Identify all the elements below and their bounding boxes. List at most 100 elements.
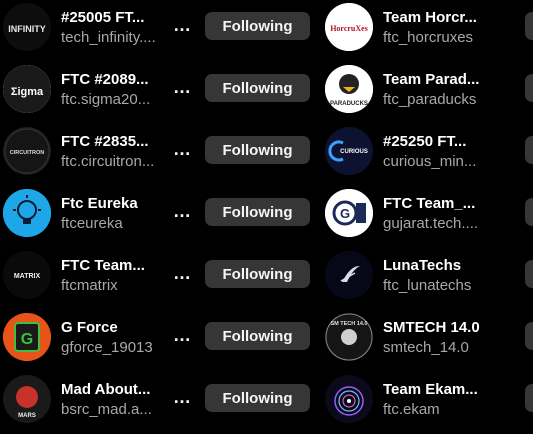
list-item[interactable]: MATRIX FTC Team... ftcmatrix … Following — [0, 248, 320, 310]
matrix-logo: MATRIX — [3, 251, 51, 299]
account-handle: ftc.ekam — [383, 401, 440, 418]
following-button[interactable] — [525, 74, 533, 102]
avatar[interactable]: MARS — [3, 375, 51, 423]
following-button[interactable]: Following — [205, 384, 310, 412]
account-handle: ftc_lunatechs — [383, 277, 472, 294]
account-handle: curious_min... — [383, 153, 477, 170]
avatar-text: Σigma — [11, 86, 44, 98]
account-name: Team Horcr... — [383, 9, 477, 26]
following-button[interactable] — [525, 322, 533, 350]
account-handle: gujarat.tech.... — [383, 215, 479, 232]
list-item[interactable]: Σigma FTC #2089... ftc.sigma20... … Foll… — [0, 62, 320, 124]
following-button[interactable] — [525, 12, 533, 40]
avatar[interactable]: G — [3, 313, 51, 361]
avatar[interactable] — [3, 189, 51, 237]
avatar-text: G — [340, 206, 350, 221]
more-options-icon[interactable]: … — [173, 140, 192, 158]
list-item[interactable]: CURIOUS #25250 FT... curious_min... — [320, 124, 533, 186]
circuitron-logo: CIRCUITRON — [4, 128, 50, 174]
more-options-icon[interactable]: … — [173, 388, 192, 406]
account-handle: smtech_14.0 — [383, 339, 469, 356]
list-item[interactable]: Team Ekam... ftc.ekam — [320, 372, 533, 434]
following-button[interactable]: Following — [205, 198, 310, 226]
avatar[interactable]: PARADUCKS — [325, 65, 373, 113]
list-item[interactable]: HorcruXes Team Horcr... ftc_horcruxes — [320, 0, 533, 62]
mars-logo: MARS — [4, 376, 50, 422]
lightbulb-icon — [3, 189, 51, 237]
curious-minds-logo: CURIOUS — [325, 127, 373, 175]
account-handle: ftcmatrix — [61, 277, 118, 294]
account-name: Team Ekam... — [383, 381, 478, 398]
avatar[interactable]: MATRIX — [3, 251, 51, 299]
avatar[interactable] — [325, 375, 373, 423]
avatar[interactable]: G — [325, 189, 373, 237]
following-button[interactable]: Following — [205, 74, 310, 102]
list-item[interactable]: G G Force gforce_19013 … Following — [0, 310, 320, 372]
avatar-text: PARADUCKS — [330, 101, 368, 107]
avatar[interactable]: CURIOUS — [325, 127, 373, 175]
following-button[interactable]: Following — [205, 260, 310, 288]
avatar-text: HorcruXes — [330, 24, 368, 33]
avatar[interactable]: INFINITY — [3, 3, 51, 51]
following-button[interactable]: Following — [205, 12, 310, 40]
account-name: #25005 FT... — [61, 9, 145, 26]
account-name: SMTECH 14.0 — [383, 319, 480, 336]
avatar-text: G — [21, 331, 33, 348]
following-button[interactable] — [525, 384, 533, 412]
avatar[interactable] — [325, 251, 373, 299]
smtech-logo: SM TECH 14.0 — [325, 313, 373, 361]
following-button[interactable]: Following — [205, 322, 310, 350]
more-options-icon[interactable]: … — [173, 326, 192, 344]
following-button[interactable]: Following — [205, 136, 310, 164]
paraducks-logo: PARADUCKS — [325, 65, 373, 113]
account-name: G Force — [61, 319, 118, 336]
avatar-text: SM TECH 14.0 — [331, 321, 368, 327]
infinity-logo: INFINITY — [3, 3, 51, 51]
following-button[interactable] — [525, 136, 533, 164]
following-button[interactable] — [525, 260, 533, 288]
list-item[interactable]: SM TECH 14.0 SMTECH 14.0 smtech_14.0 — [320, 310, 533, 372]
account-name: Mad About... — [61, 381, 151, 398]
account-handle: gforce_19013 — [61, 339, 153, 356]
sigma-logo: Σigma — [3, 65, 51, 113]
account-handle: ftc.sigma20... — [61, 91, 151, 108]
account-name: LunaTechs — [383, 257, 462, 274]
avatar[interactable]: Σigma — [3, 65, 51, 113]
account-handle: ftc.circuitron... — [61, 153, 155, 170]
list-item[interactable]: G FTC Team_... gujarat.tech.... — [320, 186, 533, 248]
gforce-logo: G — [3, 313, 51, 361]
account-name: FTC #2089... — [61, 71, 149, 88]
ekam-logo — [325, 375, 373, 423]
avatar-text: MATRIX — [14, 273, 41, 280]
list-item[interactable]: LunaTechs ftc_lunatechs — [320, 248, 533, 310]
more-options-icon[interactable]: … — [173, 78, 192, 96]
account-handle: ftc_paraducks — [383, 91, 477, 108]
avatar[interactable]: CIRCUITRON — [3, 127, 51, 175]
account-handle: bsrc_mad.a... — [61, 401, 152, 418]
account-name: FTC Team... — [61, 257, 145, 274]
more-options-icon[interactable]: … — [173, 16, 192, 34]
account-name: FTC Team_... — [383, 195, 476, 212]
horcruxes-logo: HorcruXes — [325, 3, 373, 51]
account-handle: ftc_horcruxes — [383, 29, 474, 46]
more-options-icon[interactable]: … — [173, 202, 192, 220]
lunatechs-logo — [325, 251, 373, 299]
account-name: Team Parad... — [383, 71, 480, 88]
avatar[interactable]: HorcruXes — [325, 3, 373, 51]
gujarat-tech-logo: G — [325, 189, 373, 237]
account-handle: tech_infinity.... — [61, 29, 156, 46]
avatar-text: MARS — [18, 413, 36, 419]
more-options-icon[interactable]: … — [173, 264, 192, 282]
list-item[interactable]: Ftc Eureka ftceureka … Following — [0, 186, 320, 248]
account-name: FTC #2835... — [61, 133, 149, 150]
avatar[interactable]: SM TECH 14.0 — [325, 313, 373, 361]
avatar-text: INFINITY — [8, 24, 46, 34]
following-button[interactable] — [525, 198, 533, 226]
list-item[interactable]: INFINITY #25005 FT... tech_infinity.... … — [0, 0, 320, 62]
account-name: #25250 FT... — [383, 133, 467, 150]
list-item[interactable]: MARS Mad About... bsrc_mad.a... … Follow… — [0, 372, 320, 434]
list-item[interactable]: PARADUCKS Team Parad... ftc_paraducks — [320, 62, 533, 124]
list-item[interactable]: CIRCUITRON FTC #2835... ftc.circuitron..… — [0, 124, 320, 186]
avatar-text: CURIOUS — [340, 149, 368, 155]
account-handle: ftceureka — [61, 215, 123, 232]
